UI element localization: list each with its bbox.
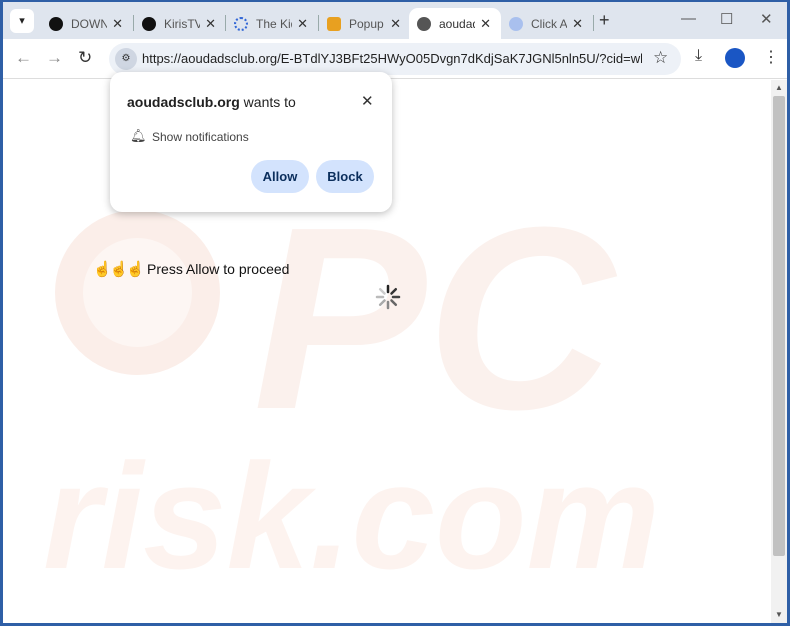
- globe-icon: [417, 16, 431, 31]
- forward-button[interactable]: →: [46, 48, 63, 68]
- close-tab-icon[interactable]: ✕: [390, 16, 401, 32]
- bookmark-star-icon[interactable]: ☆: [653, 48, 668, 68]
- extension-icon: [509, 16, 523, 31]
- permission-label: Show notifications: [152, 130, 249, 144]
- tab[interactable]: KirisTV ✕: [134, 8, 226, 39]
- tab[interactable]: DOWNLOAD✕: [41, 8, 133, 39]
- minimize-button[interactable]: —: [681, 10, 696, 27]
- profile-avatar[interactable]: [725, 48, 745, 68]
- scrollbar[interactable]: ▲ ▼: [771, 80, 787, 623]
- tab[interactable]: Popup ✕: [319, 8, 411, 39]
- new-tab-button[interactable]: +: [599, 10, 610, 31]
- close-tab-icon[interactable]: ✕: [572, 16, 583, 32]
- close-tab-icon[interactable]: ✕: [205, 16, 216, 32]
- close-tab-icon[interactable]: ✕: [112, 16, 123, 32]
- browser-window: ▾ DOWNLOAD✕ KirisTV✕ The Kid✕ Popup✕ aou…: [3, 2, 787, 623]
- url-text[interactable]: https://aoudadsclub.org/E-BTdlYJ3BFt25HW…: [142, 51, 642, 66]
- tab-strip: ▾ DOWNLOAD✕ KirisTV✕ The Kid✕ Popup✕ aou…: [3, 2, 787, 39]
- close-tab-icon[interactable]: ✕: [480, 16, 491, 32]
- scroll-up-icon[interactable]: ▲: [775, 83, 783, 92]
- download-icon[interactable]: ⤓: [695, 47, 702, 65]
- address-bar[interactable]: ⚙ https://aoudadsclub.org/E-BTdlYJ3BFt25…: [109, 43, 681, 75]
- close-tab-icon[interactable]: ✕: [297, 16, 308, 32]
- video-icon: [142, 16, 156, 31]
- close-icon[interactable]: ✕: [361, 92, 374, 110]
- loading-icon: [234, 16, 248, 31]
- scroll-down-icon[interactable]: ▼: [775, 610, 783, 619]
- video-icon: [49, 16, 63, 31]
- instruction: ☝☝☝ Press Allow to proceed: [93, 261, 290, 278]
- scrollbar-thumb[interactable]: [773, 96, 785, 556]
- menu-icon[interactable]: ⋮: [763, 47, 779, 67]
- back-button[interactable]: ←: [15, 48, 32, 68]
- tab[interactable]: The Kid✕: [226, 8, 318, 39]
- pointing-hands-icon: ☝☝☝: [93, 261, 145, 278]
- watermark-pc: PC: [253, 174, 615, 464]
- tab[interactable]: Click Allow✕: [501, 8, 593, 39]
- maximize-button[interactable]: ☐: [720, 10, 733, 28]
- watermark-text: risk.com: [43, 432, 660, 600]
- reload-button[interactable]: ↻: [78, 48, 92, 68]
- popup-title: aoudadsclub.org wants to: [127, 94, 296, 110]
- block-button[interactable]: Block: [316, 160, 374, 193]
- loading-spinner-icon: [375, 284, 401, 310]
- watermark-magnifier: [55, 210, 220, 375]
- site-settings-icon[interactable]: ⚙: [115, 48, 137, 70]
- shield-icon: [327, 16, 341, 31]
- close-window-button[interactable]: ✕: [760, 10, 773, 28]
- tab-search-button[interactable]: ▾: [10, 9, 34, 33]
- bell-icon: 🔔︎: [130, 128, 147, 143]
- allow-button[interactable]: Allow: [251, 160, 309, 193]
- tab-active[interactable]: aoudadsclub✕: [409, 8, 501, 39]
- notification-permission-popup: aoudadsclub.org wants to ✕ 🔔︎ Show notif…: [110, 72, 392, 212]
